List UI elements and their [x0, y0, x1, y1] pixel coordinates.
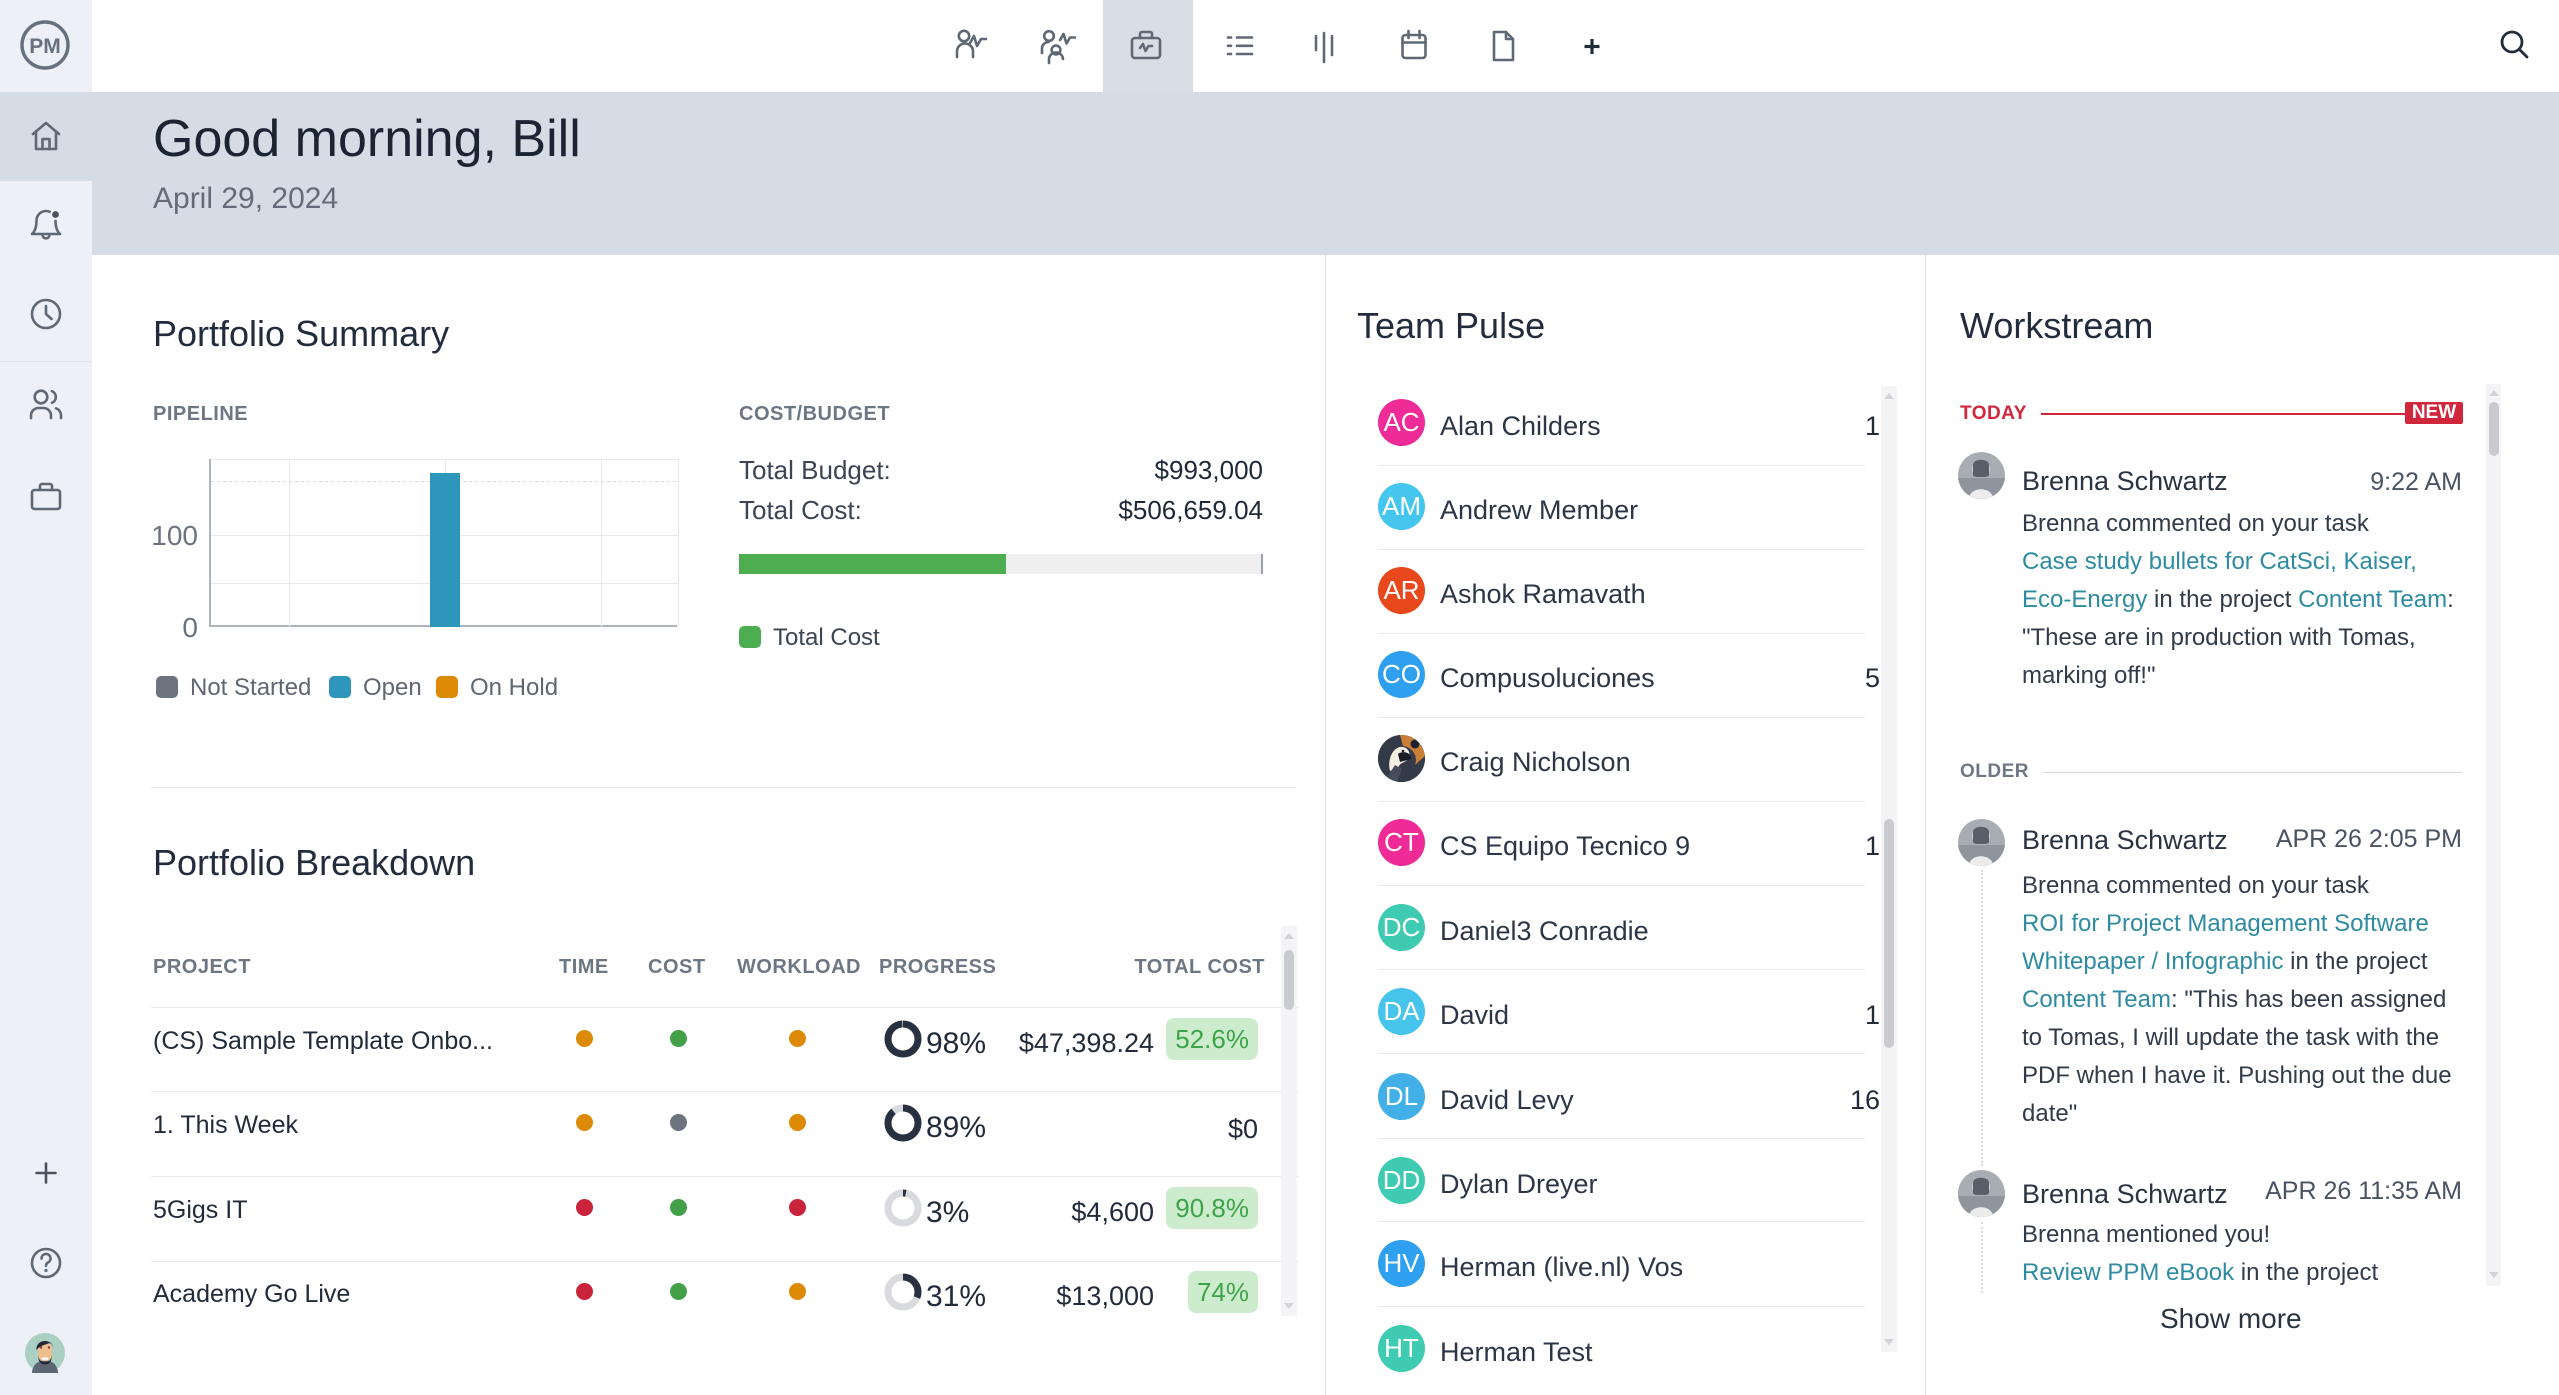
svg-text:PM: PM [29, 35, 61, 58]
